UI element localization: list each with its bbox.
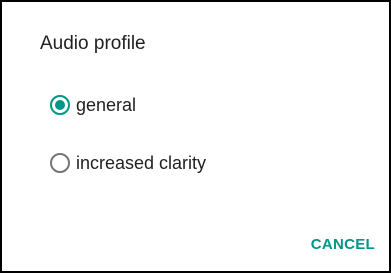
cancel-button[interactable]: CANCEL bbox=[311, 236, 375, 253]
audio-profile-dialog: Audio profile general increased clarity … bbox=[0, 0, 391, 273]
dialog-title: Audio profile bbox=[40, 33, 146, 54]
radio-unchecked-icon[interactable] bbox=[50, 153, 70, 173]
option-general[interactable]: general bbox=[38, 90, 136, 120]
radio-checked-icon[interactable] bbox=[50, 95, 70, 115]
option-label[interactable]: increased clarity bbox=[76, 153, 206, 174]
option-label[interactable]: general bbox=[76, 95, 136, 116]
option-increased-clarity[interactable]: increased clarity bbox=[38, 148, 206, 178]
